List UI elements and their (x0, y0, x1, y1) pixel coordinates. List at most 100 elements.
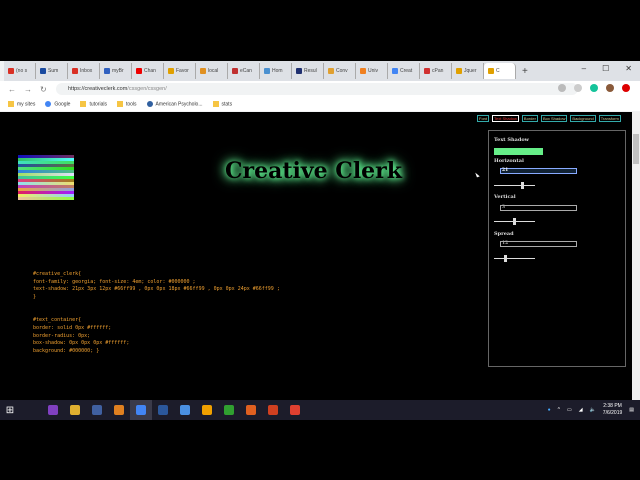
bookmark-folder[interactable]: tutorials (80, 100, 107, 107)
slider-thumb[interactable] (520, 182, 524, 189)
taskbar-app[interactable] (196, 400, 218, 420)
browser-tab[interactable]: Univ (356, 63, 388, 79)
favicon-icon (200, 68, 206, 74)
horizontal-slider[interactable] (494, 182, 535, 189)
windows-start-icon[interactable]: ⊞ (0, 405, 20, 416)
tab-box-shadow[interactable]: Box Shadow (540, 115, 568, 122)
favicon-icon (8, 68, 14, 74)
new-tab-button[interactable]: + (522, 66, 528, 77)
swatch-stripe (18, 197, 74, 200)
vertical-label: Vertical (494, 194, 516, 200)
taskbar-app[interactable] (218, 400, 240, 420)
favicon-icon (72, 68, 78, 74)
taskbar-app[interactable] (152, 400, 174, 420)
browser-tab[interactable]: Favor (164, 63, 196, 79)
spread-label: Spread (494, 231, 514, 237)
taskbar-app[interactable] (108, 400, 130, 420)
bookmark-google[interactable]: Google (45, 100, 70, 107)
slider-thumb[interactable] (503, 255, 507, 262)
notifications-icon[interactable]: ▤ (629, 407, 634, 413)
taskbar-app[interactable] (64, 400, 86, 420)
browser-tab[interactable]: Inbox (68, 63, 100, 79)
slider-thumb[interactable] (513, 218, 516, 225)
tab-label: cPan (432, 68, 444, 74)
browser-tab[interactable]: Chan (132, 63, 164, 79)
app-icon (70, 405, 80, 415)
bookmark-folder[interactable]: my sites (8, 100, 36, 108)
browser-tab[interactable]: local (196, 63, 228, 79)
app-icon (136, 405, 146, 415)
tab-label: (no s (16, 68, 28, 74)
maximize-button[interactable]: ☐ (602, 64, 609, 73)
browser-tab[interactable]: cPan (420, 63, 452, 79)
taskbar-apps (42, 400, 306, 420)
tab-transform[interactable]: Transform (598, 115, 621, 122)
scrollbar[interactable] (632, 112, 640, 400)
battery-icon[interactable]: ▭ (567, 407, 572, 413)
zoom-icon[interactable] (558, 84, 566, 92)
grammarly-icon[interactable] (590, 84, 598, 92)
browser-tab[interactable]: myBr (100, 63, 132, 79)
bookmark-label: my sites (17, 101, 36, 108)
favicon-icon (40, 68, 46, 74)
time: 2:38 PM (603, 403, 622, 409)
vertical-slider[interactable] (494, 218, 535, 225)
code-line: font-family: georgia; font-size: 4em; co… (33, 278, 196, 285)
shadow-color-picker[interactable] (494, 148, 543, 155)
clock[interactable]: 2:38 PM 7/6/2019 (603, 403, 622, 417)
taskbar-app[interactable] (262, 400, 284, 420)
tab-label: eCan (240, 68, 252, 74)
taskbar-app[interactable] (284, 400, 306, 420)
code-line: #creative_clerk{ (33, 271, 82, 277)
browser-tab[interactable]: Conv (324, 63, 356, 79)
spread-slider[interactable] (494, 255, 535, 262)
network-icon[interactable]: ◢ (579, 407, 583, 413)
star-icon[interactable] (574, 84, 582, 92)
help-icon[interactable]: ● (548, 407, 551, 413)
bookmark-globe[interactable]: American Psycholo... (146, 100, 203, 107)
taskbar-app[interactable] (86, 400, 108, 420)
tab-background[interactable]: Background (570, 115, 596, 122)
browser-tab[interactable]: (no s (4, 63, 36, 79)
forward-icon[interactable]: → (24, 85, 32, 94)
code-line: #text_container{ (33, 317, 82, 324)
tab-label: Hom (272, 68, 283, 74)
tab-font[interactable]: Font (477, 115, 490, 122)
extension-icon[interactable] (622, 84, 630, 92)
folder-icon (8, 100, 14, 107)
bookmark-folder[interactable]: stats (212, 100, 232, 107)
volume-icon[interactable]: 🔈 (590, 407, 596, 413)
taskbar-app[interactable] (130, 400, 152, 420)
favicon-icon (104, 68, 110, 74)
reload-icon[interactable]: ↻ (40, 85, 47, 94)
app-icon (48, 405, 58, 415)
bookmark-folder[interactable]: tools (116, 100, 137, 107)
close-button[interactable]: ✕ (625, 64, 632, 73)
taskbar-app[interactable] (42, 400, 64, 420)
chevron-up-icon[interactable]: ^ (558, 407, 560, 413)
browser-tab[interactable]: Hom (260, 63, 292, 79)
browser-tab[interactable]: Jquer (452, 63, 484, 79)
code-line: box-shadow: 0px 0px 0px #ffffff; (33, 340, 130, 347)
vertical-input[interactable]: 3 (500, 205, 577, 211)
browser-tab[interactable]: Resul (292, 63, 324, 79)
app-icon (224, 405, 234, 415)
taskbar-app[interactable] (240, 400, 262, 420)
scrollbar-thumb[interactable] (633, 134, 639, 164)
avatar[interactable] (606, 84, 614, 92)
browser-tab[interactable]: C (484, 63, 516, 79)
spread-input[interactable]: 12 (500, 241, 577, 247)
taskbar-app[interactable] (174, 400, 196, 420)
favicon-icon (136, 68, 142, 74)
tab-text-shadow[interactable]: Text Shadow (492, 115, 519, 122)
minimize-button[interactable]: – (582, 64, 586, 73)
tab-border[interactable]: Border (521, 115, 538, 122)
tab-label: Chan (144, 68, 156, 74)
back-icon[interactable]: ← (8, 85, 16, 94)
browser-tab[interactable]: eCan (228, 63, 260, 79)
url-input[interactable]: https://creativeclerk.com/cssgen/cssgen/ (56, 83, 578, 95)
horizontal-input[interactable]: 21 (500, 168, 577, 174)
date: 7/6/2019 (602, 410, 623, 416)
browser-tab[interactable]: Creat (388, 63, 420, 79)
browser-tab[interactable]: Sum (36, 63, 68, 79)
